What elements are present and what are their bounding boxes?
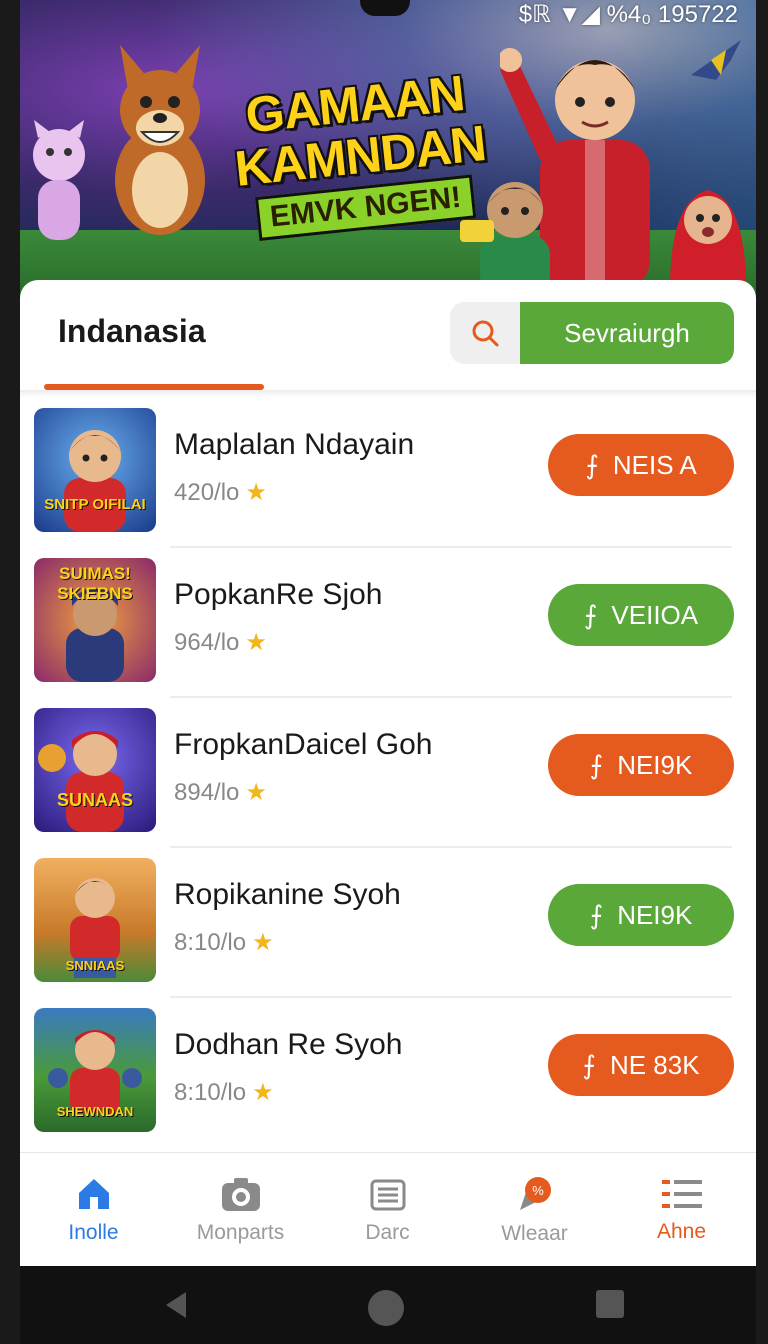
star-icon: ★ — [252, 1079, 274, 1106]
nav-item-home[interactable]: Inolle — [20, 1153, 167, 1267]
star-icon: ★ — [245, 779, 267, 806]
home-circle-icon[interactable] — [366, 1288, 406, 1328]
list-item[interactable]: SUIMAS! SKIEBNS PopkanRe Sjoh 964/lo ★ ⨍ V… — [20, 548, 756, 698]
app-thumbnail[interactable]: SNITP OIFILAI — [34, 408, 156, 532]
app-rating: 8:10/lo ★ — [174, 928, 274, 957]
nav-label: Ahne — [656, 1220, 707, 1243]
app-name: Ropikanine Syoh — [174, 878, 401, 911]
app-thumbnail[interactable]: SNNIAAS — [34, 858, 156, 982]
nav-label: Monparts — [196, 1221, 285, 1244]
search-icon[interactable] — [450, 302, 520, 364]
download-button-label: NEI9K — [617, 749, 693, 780]
rating-value: 964/lo — [174, 629, 240, 656]
thumbnail-caption: SUIMAS! SKIEBNS — [57, 564, 133, 603]
download-icon: ⨍ — [589, 749, 604, 780]
download-icon: ⨍ — [585, 449, 599, 480]
camera-notch — [360, 0, 410, 16]
download-button[interactable]: ⨍ NEIS A — [548, 434, 734, 496]
nav-item-ahne[interactable]: Ahne — [608, 1153, 755, 1267]
search-bar[interactable]: Sevraiurgh — [450, 302, 734, 364]
download-icon: ⨍ — [589, 899, 604, 930]
nav-label: Wleaar — [501, 1222, 568, 1245]
player-avatar-image — [64, 430, 126, 532]
app-rating: 894/lo ★ — [174, 778, 267, 807]
rating-value: 420/lo — [174, 479, 240, 506]
star-icon: ★ — [245, 629, 267, 656]
list-item[interactable]: SUNAAS FropkanDaicel Goh 894/lo ★ ⨍ NEI9K — [20, 698, 756, 848]
thumbnail-caption: SHEWNDAN — [56, 1104, 134, 1119]
back-icon[interactable] — [160, 1288, 194, 1322]
screen: $ℝ ▼◢ %4₀ 195722 GAMAAN KAMNDAN EMVK NGE… — [20, 0, 756, 1344]
boy-image — [460, 182, 550, 295]
svg-text:%: % — [532, 1183, 544, 1198]
app-name: Dodhan Re Syoh — [174, 1028, 403, 1061]
app-thumbnail[interactable]: SHEWNDAN — [34, 1008, 156, 1132]
print-icon — [370, 1179, 405, 1211]
menu-list-icon — [661, 1180, 702, 1208]
download-button[interactable]: ⨍ NEI9K — [548, 884, 734, 946]
list-item[interactable]: SNNIAAS Ropikanine Syoh 8:10/lo ★ ⨍ NEI9K — [20, 848, 756, 998]
app-name: Maplalan Ndayain — [174, 428, 415, 461]
nav-label: Inolle — [68, 1221, 119, 1244]
download-button[interactable]: ⨍ NEI9K — [548, 734, 734, 796]
girl-image — [670, 190, 746, 290]
download-button-label: NE 83K — [609, 1049, 700, 1080]
nav-item-wleaar[interactable]: % Wleaar — [461, 1153, 608, 1267]
player-avatar-image — [38, 731, 124, 832]
download-icon: ⨍ — [583, 599, 598, 630]
rating-value: 894/lo — [174, 779, 240, 806]
home-icon — [78, 1179, 109, 1209]
pastel-creature-image — [33, 120, 85, 240]
download-button[interactable]: ⨍ VEIIOA — [548, 584, 734, 646]
tab-title[interactable]: Indanasia — [58, 313, 206, 350]
list-item[interactable]: SHEWNDAN Dodhan Re Syoh 8:10/lo ★ ⨍ NE 83K — [20, 998, 756, 1148]
download-icon: ⨍ — [582, 1049, 596, 1080]
badge-icon: % — [519, 1177, 551, 1210]
app-rating: 420/lo ★ — [174, 478, 267, 507]
promo-banner[interactable]: $ℝ ▼◢ %4₀ 195722 GAMAAN KAMNDAN EMVK NGE… — [20, 0, 756, 300]
bottom-navigation: Inolle Monparts Darc % Wleaar Ahne — [20, 1152, 756, 1267]
app-name: FropkanDaicel Goh — [174, 728, 433, 761]
rating-value: 8:10/lo — [174, 929, 247, 956]
nav-label: Darc — [365, 1221, 410, 1244]
jet-image — [691, 40, 741, 80]
recents-icon[interactable] — [594, 1288, 626, 1320]
thumbnail-caption: SNITP OIFILAI — [44, 496, 146, 513]
download-button[interactable]: ⨍ NE 83K — [548, 1034, 734, 1096]
app-rating: 8:10/lo ★ — [174, 1078, 274, 1107]
list-item[interactable]: SNITP OIFILAI Maplalan Ndayain 420/lo ★ ⨍… — [20, 398, 756, 548]
camera-icon — [221, 1178, 260, 1211]
app-name: PopkanRe Sjoh — [174, 578, 383, 611]
thumbnail-caption: SUNAAS — [56, 790, 133, 810]
download-button-label: NEI9K — [617, 899, 693, 930]
header-shadow — [20, 390, 756, 398]
app-thumbnail[interactable]: SUNAAS — [34, 708, 156, 832]
nav-item-monparts[interactable]: Monparts — [167, 1153, 314, 1267]
nav-item-darc[interactable]: Darc — [314, 1153, 461, 1267]
rating-value: 8:10/lo — [174, 1079, 247, 1106]
star-icon: ★ — [245, 479, 267, 506]
status-bar: $ℝ ▼◢ %4₀ 195722 — [518, 1, 738, 28]
system-navigation-bar — [20, 1266, 756, 1344]
app-rating: 964/lo ★ — [174, 628, 267, 657]
app-thumbnail[interactable]: SUIMAS! SKIEBNS — [34, 558, 156, 682]
download-button-label: NEIS A — [612, 449, 697, 480]
thumbnail-caption: SNNIAAS — [65, 958, 125, 973]
phone-frame: $ℝ ▼◢ %4₀ 195722 GAMAAN KAMNDAN EMVK NGE… — [0, 0, 768, 1344]
search-button[interactable]: Sevraiurgh — [520, 302, 734, 364]
download-button-label: VEIIOA — [611, 599, 699, 630]
star-icon: ★ — [252, 929, 274, 956]
